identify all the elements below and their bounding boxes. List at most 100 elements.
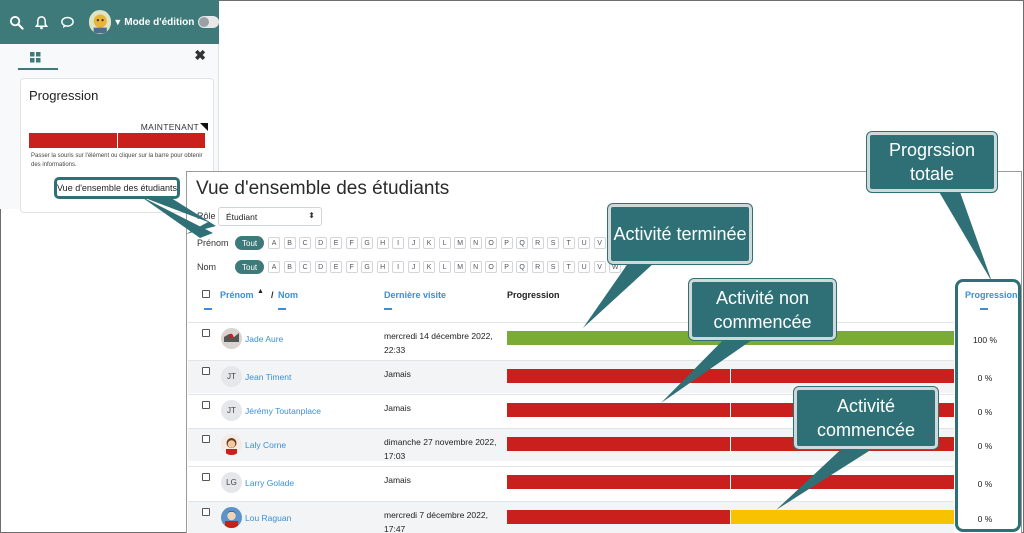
user-avatar[interactable] [88,10,112,34]
lastname-letter-u[interactable]: U [578,261,591,273]
chat-icon[interactable] [57,11,78,33]
firstname-letter-g[interactable]: G [361,237,374,249]
firstname-letter-n[interactable]: N [469,237,482,249]
progress-segment-notstarted[interactable] [730,369,954,383]
chevron-down-icon[interactable]: ▼ [113,17,122,27]
student-avatar [221,328,242,349]
blocks-grid-icon[interactable] [30,50,41,68]
progress-segment-notstarted[interactable] [507,510,730,524]
bell-icon[interactable] [32,11,53,33]
lastname-letter-q[interactable]: Q [516,261,529,273]
firstname-letter-u[interactable]: U [578,237,591,249]
close-icon[interactable]: ✖ [194,47,206,64]
lastname-letter-i[interactable]: I [392,261,405,273]
firstname-letter-h[interactable]: H [376,237,389,249]
lastname-letter-e[interactable]: E [330,261,343,273]
role-label: Rôle [197,211,216,221]
block-progress-segment[interactable] [116,133,205,148]
lastname-letter-t[interactable]: T [562,261,575,273]
progress-bar[interactable] [507,510,954,524]
sort-ascending-icon: ▲ [257,288,264,295]
callout-total-progress: Progrssion totale [867,132,997,192]
firstname-letter-d[interactable]: D [314,237,327,249]
search-icon[interactable] [6,11,27,33]
row-checkbox[interactable] [202,508,210,516]
lastname-filter-all[interactable]: Tout [235,260,265,274]
lastname-letter-c[interactable]: C [299,261,312,273]
firstname-letter-a[interactable]: A [268,237,281,249]
progress-segment-notstarted[interactable] [507,369,730,383]
edit-mode-label: Mode d'édition [124,16,195,28]
student-name-link[interactable]: Jade Aure [245,334,283,344]
students-overview-link[interactable]: Vue d'ensemble des étudiants [54,177,180,199]
firstname-filter-all[interactable]: Tout [235,236,265,250]
firstname-letter-l[interactable]: L [438,237,451,249]
callout-activity-not-started: Activité non commencée [689,279,836,340]
row-checkbox[interactable] [202,435,210,443]
progress-segment-started[interactable] [730,510,954,524]
table-row: Jade Aure mercredi 14 décembre 2022, 22:3… [188,322,997,355]
collapse-lastname-icon[interactable] [278,308,286,310]
firstname-letter-f[interactable]: F [345,237,358,249]
firstname-letter-q[interactable]: Q [516,237,529,249]
lastname-letter-l[interactable]: L [438,261,451,273]
student-name-link[interactable]: Jérémy Toutanplace [245,406,321,416]
student-name-link[interactable]: Larry Golade [245,478,294,488]
sort-firstname-header[interactable]: Prénom [220,290,254,300]
firstname-letter-i[interactable]: I [392,237,405,249]
lastname-letter-a[interactable]: A [268,261,281,273]
role-select[interactable]: Étudiant ⬍ [218,207,322,226]
lastname-letter-p[interactable]: P [500,261,513,273]
lastname-filter-label: Nom [197,262,217,272]
lastname-letter-h[interactable]: H [376,261,389,273]
header-separator: / [271,290,274,300]
firstname-letter-m[interactable]: M [454,237,467,249]
progress-segment-notstarted[interactable] [730,475,954,489]
firstname-filter: Prénom Tout ABCDEFGHIJKLMNOPQRSTUVWX [197,236,640,250]
select-all-checkbox[interactable] [202,290,210,298]
row-checkbox[interactable] [202,329,210,337]
lastname-letter-d[interactable]: D [314,261,327,273]
firstname-letter-e[interactable]: E [330,237,343,249]
progress-bar[interactable] [507,369,954,383]
lastname-letter-m[interactable]: M [454,261,467,273]
edit-mode-toggle[interactable] [198,16,219,28]
lastname-letter-n[interactable]: N [469,261,482,273]
firstname-letter-j[interactable]: J [407,237,420,249]
row-checkbox[interactable] [202,367,210,375]
firstname-letter-c[interactable]: C [299,237,312,249]
lastname-letter-o[interactable]: O [485,261,498,273]
lastname-letter-k[interactable]: K [423,261,436,273]
row-checkbox[interactable] [202,473,210,481]
firstname-letter-b[interactable]: B [283,237,296,249]
firstname-letter-t[interactable]: T [562,237,575,249]
firstname-letter-o[interactable]: O [485,237,498,249]
sort-lastname-header[interactable]: Nom [278,290,298,300]
lastname-letter-s[interactable]: S [547,261,560,273]
lastname-letter-g[interactable]: G [361,261,374,273]
lastname-letter-v[interactable]: V [593,261,606,273]
lastname-letter-r[interactable]: R [531,261,544,273]
lastname-letter-b[interactable]: B [283,261,296,273]
firstname-letter-s[interactable]: S [547,237,560,249]
student-name-link[interactable]: Laly Corne [245,440,286,450]
firstname-letter-v[interactable]: V [593,237,606,249]
last-visit-header[interactable]: Dernière visite [384,290,446,300]
progress-bar[interactable] [507,475,954,489]
collapse-firstname-icon[interactable] [204,308,212,310]
progress-segment-notstarted[interactable] [507,403,730,417]
student-name-link[interactable]: Lou Raguan [245,513,291,523]
collapse-last-visit-icon[interactable] [384,308,392,310]
block-progress-bar[interactable] [29,133,205,148]
firstname-letter-p[interactable]: P [500,237,513,249]
firstname-letter-r[interactable]: R [531,237,544,249]
block-hint-text: Passer la souris sur l'élément ou clique… [31,153,203,168]
row-checkbox[interactable] [202,401,210,409]
progress-segment-notstarted[interactable] [507,437,730,451]
student-name-link[interactable]: Jean Timent [245,372,291,382]
firstname-letter-k[interactable]: K [423,237,436,249]
lastname-letter-j[interactable]: J [407,261,420,273]
progress-segment-notstarted[interactable] [507,475,730,489]
lastname-letter-f[interactable]: F [345,261,358,273]
block-progress-segment[interactable] [29,133,117,148]
